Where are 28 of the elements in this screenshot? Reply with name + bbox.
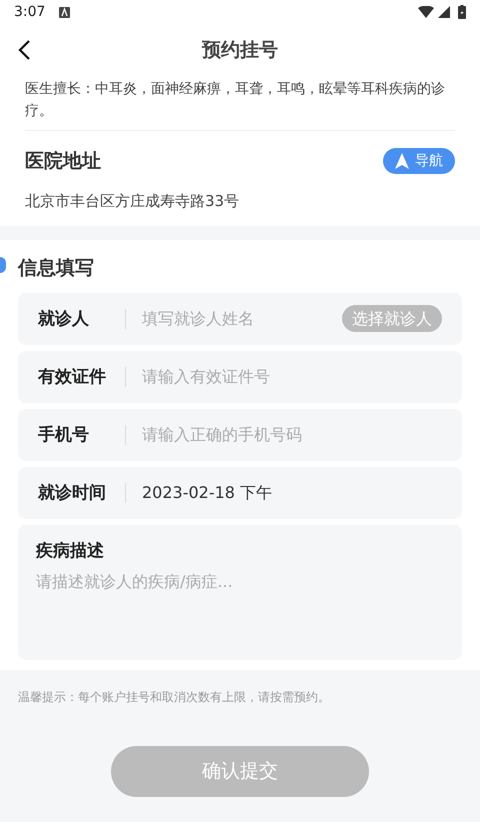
text-input[interactable]: 请输入有效证件号 (142, 364, 442, 388)
section-title: 医院地址 (25, 149, 101, 174)
hospital-address: 北京市丰台区方庄成寿寺路33号 (25, 190, 240, 212)
input-field[interactable]: 有效证件 请输入有效证件号 (18, 350, 462, 402)
text-area[interactable]: 请描述就诊人的疾病/病症... (36, 570, 444, 660)
description-field[interactable]: 疾病描述 请描述就诊人的疾病/病症... (18, 524, 462, 660)
status-time: 3:07 (14, 2, 46, 22)
input-field[interactable]: 就诊时间 2023-02-18 下午 (18, 466, 462, 518)
navigation-arrow-icon (395, 153, 409, 170)
page-title: 预约挂号 (202, 38, 278, 63)
text-input[interactable]: 填写就诊人姓名 (142, 306, 342, 330)
specialty-text: 医生擅长：中耳炎，面神经麻痹，耳聋，耳鸣，眩晕等耳科疾病的诊疗。 (25, 80, 446, 121)
field-label: 就诊时间 (38, 482, 126, 502)
field-label: 有效证件 (38, 366, 126, 386)
input-field[interactable]: 手机号 请输入正确的手机号码 (18, 408, 462, 460)
input-field[interactable]: 就诊人 填写就诊人姓名 选择就诊人 (18, 292, 462, 344)
field-label: 手机号 (38, 424, 126, 444)
back-icon (17, 39, 31, 61)
notification-icon (59, 6, 70, 18)
tip-text: 温馨提示：每个账户挂号和取消次数有上限，请按需预约。 (17, 688, 331, 706)
wifi-icon (418, 6, 434, 18)
text-input[interactable]: 2023-02-18 下午 (142, 480, 442, 504)
field-label: 就诊人 (38, 308, 126, 328)
signal-icon (438, 6, 450, 18)
section-title: 信息填写 (18, 256, 95, 281)
text-input[interactable]: 请输入正确的手机号码 (142, 422, 442, 446)
field-label: 疾病描述 (36, 540, 105, 562)
battery-icon (458, 5, 466, 19)
